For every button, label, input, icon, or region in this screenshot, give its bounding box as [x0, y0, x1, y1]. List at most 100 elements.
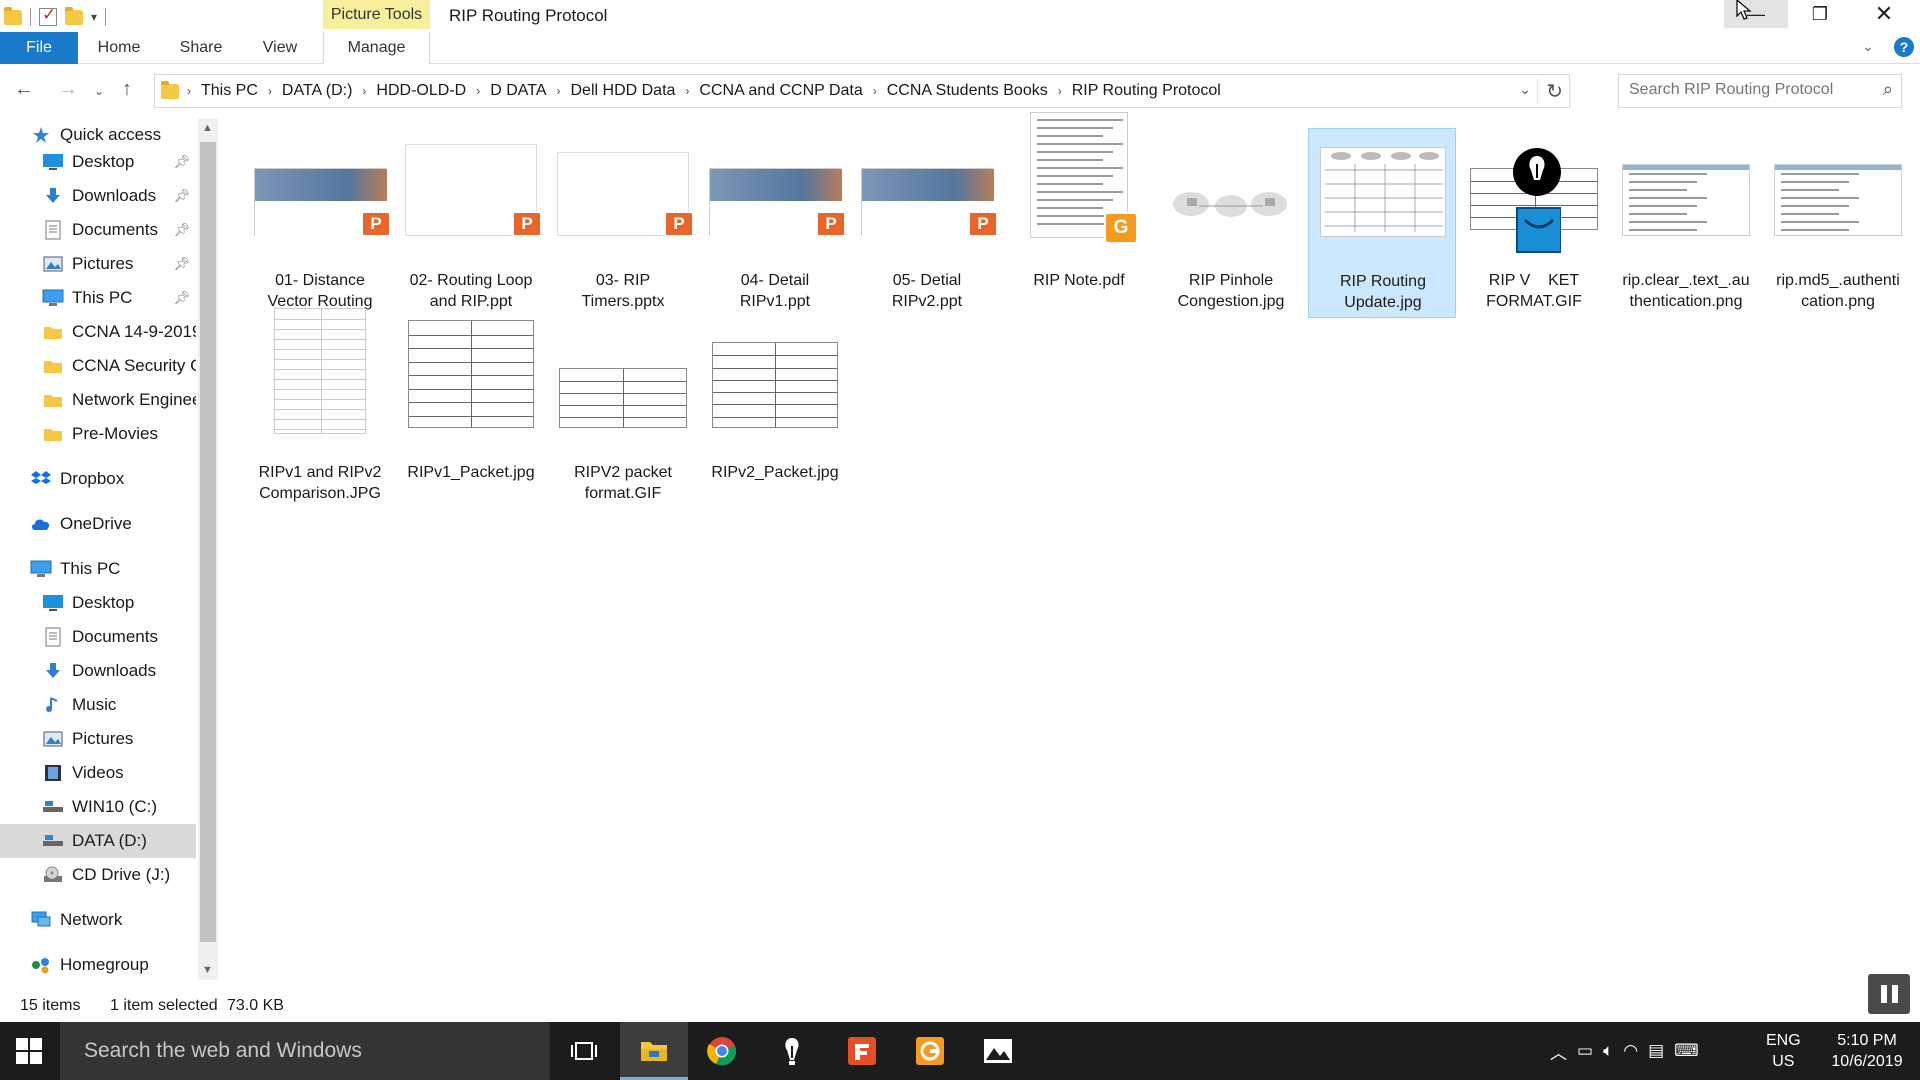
breadcrumb-separator[interactable]: ›	[685, 84, 689, 98]
breadcrumb-separator[interactable]: ›	[557, 84, 561, 98]
foxit-reader-taskbar-icon[interactable]	[828, 1022, 896, 1080]
sidebar-item[interactable]: This PC 📌︎	[0, 281, 196, 315]
pin-icon[interactable]: 📌︎	[173, 188, 190, 204]
breadcrumb-item-current[interactable]: RIP Routing Protocol	[1072, 82, 1221, 100]
file-item[interactable]: P01- DistanceVector RoutingConcept.ppt	[246, 128, 394, 331]
file-item[interactable]: rip.md5_.authenti cation.png	[1764, 128, 1912, 318]
tab-home[interactable]: Home	[88, 32, 150, 64]
sidebar-item[interactable]: DATA (D:)	[0, 824, 196, 858]
file-item[interactable]: rip.clear_.text_.au thentication.png	[1612, 128, 1760, 318]
start-button[interactable]	[16, 1038, 42, 1064]
sidebar-item[interactable]: Pictures 📌︎	[0, 247, 196, 281]
pdf-app-taskbar-icon[interactable]	[896, 1022, 964, 1080]
up-button[interactable]: ↑	[122, 78, 132, 101]
pin-icon[interactable]: 📌︎	[173, 154, 190, 170]
clock[interactable]: 5:10 PM 10/6/2019	[1826, 1030, 1908, 1072]
sidebar-item[interactable]: Network Enginee	[0, 383, 196, 417]
properties-icon[interactable]	[39, 5, 57, 26]
action-center-icon[interactable]: ▤	[1648, 1041, 1664, 1061]
breadcrumb-item[interactable]: CCNA and CCNP Data	[699, 82, 862, 100]
breadcrumb-item[interactable]: D DATA	[490, 82, 546, 100]
sidebar-item[interactable]: WIN10 (C:)	[0, 790, 196, 824]
breadcrumb-separator[interactable]: ›	[476, 84, 480, 98]
tab-manage[interactable]: Manage	[323, 32, 430, 64]
breadcrumb-item[interactable]: CCNA Students Books	[887, 82, 1048, 100]
sidebar-item[interactable]: Documents 📌︎	[0, 213, 196, 247]
sidebar-item[interactable]: Downloads 📌︎	[0, 179, 196, 213]
photos-taskbar-icon[interactable]	[964, 1022, 1032, 1080]
breadcrumb-item[interactable]: DATA (D:)	[282, 82, 353, 100]
breadcrumb-separator[interactable]: ›	[1058, 84, 1062, 98]
file-item[interactable]: P 02- Routing Loop and RIP.ppt	[397, 128, 545, 318]
sidebar-item[interactable]: Videos	[0, 756, 196, 790]
breadcrumb-separator[interactable]: ›	[873, 84, 877, 98]
scroll-up-icon[interactable]: ▲	[202, 122, 213, 134]
file-item[interactable]: RIPv2_Packet.jpg	[701, 320, 849, 510]
pause-button[interactable]	[1868, 974, 1910, 1014]
sidebar-item[interactable]: OneDrive	[0, 507, 196, 541]
sidebar-item[interactable]: Desktop	[0, 586, 196, 620]
file-explorer-taskbar-icon[interactable]	[620, 1022, 688, 1080]
search-input[interactable]	[1629, 81, 1859, 99]
sidebar-item[interactable]: Dropbox	[0, 462, 196, 496]
pin-icon[interactable]: 📌︎	[173, 256, 190, 272]
tab-share[interactable]: Share	[170, 32, 232, 64]
wifi-icon[interactable]: ◠	[1623, 1041, 1638, 1061]
sidebar-item[interactable]: Network	[0, 903, 196, 937]
pin-icon[interactable]: 📌︎	[173, 222, 190, 238]
file-item[interactable]: RIPV2 packet format.GIF	[549, 320, 697, 510]
breadcrumb-separator[interactable]: ›	[362, 84, 366, 98]
sidebar-item[interactable]: This PC	[0, 552, 196, 586]
forward-button[interactable]: →	[58, 78, 78, 101]
sidebar-item[interactable]: Pictures	[0, 722, 196, 756]
back-button[interactable]: ←	[14, 78, 34, 101]
file-item[interactable]: RIPv1_Packet.jpg	[397, 320, 545, 510]
sidebar-item[interactable]: CCNA 14-9-2019	[0, 315, 196, 349]
file-item[interactable]: P 05- Detial RIPv2.ppt	[853, 128, 1001, 318]
taskbar-search-box[interactable]: Search the web and Windows	[60, 1022, 550, 1080]
tab-view[interactable]: View	[252, 32, 308, 64]
sidebar-item[interactable]: Music	[0, 688, 196, 722]
pen-tool-taskbar-icon[interactable]	[758, 1022, 826, 1080]
search-box[interactable]: ⌕	[1618, 74, 1902, 108]
new-folder-icon[interactable]	[65, 6, 83, 25]
show-hidden-icons-icon[interactable]: ︿	[1550, 1039, 1567, 1064]
scroll-thumb[interactable]	[200, 142, 216, 942]
sidebar-item[interactable]: Documents	[0, 620, 196, 654]
chrome-taskbar-icon[interactable]	[688, 1022, 756, 1080]
sidebar-item[interactable]: Homegroup	[0, 948, 196, 982]
file-item[interactable]: RIPv1 and RIPv2 Comparison.JPG	[246, 308, 394, 510]
sidebar-item[interactable]: Downloads	[0, 654, 196, 688]
sidebar-item[interactable]: Desktop 📌︎	[0, 145, 196, 179]
breadcrumb-item[interactable]: This PC	[201, 82, 258, 100]
power-icon[interactable]: ▭	[1577, 1041, 1593, 1061]
breadcrumb-separator[interactable]: ›	[268, 84, 272, 98]
sidebar-item[interactable]: CCNA Security C	[0, 349, 196, 383]
file-item[interactable]: G RIP Note.pdf	[1005, 112, 1153, 318]
help-icon[interactable]: ?	[1894, 37, 1914, 57]
chevron-down-icon[interactable]: ⌄	[1519, 81, 1531, 98]
recent-locations-button[interactable]: ⌄	[94, 84, 104, 98]
breadcrumb-separator[interactable]: ›	[187, 84, 191, 98]
file-item[interactable]: P 03- RIP Timers.pptx	[549, 128, 697, 318]
navigation-scrollbar[interactable]: ▲ ▼	[198, 118, 218, 980]
tab-file[interactable]: File	[0, 32, 78, 64]
restore-button[interactable]: ❐	[1788, 0, 1852, 28]
task-view-button[interactable]	[550, 1022, 618, 1080]
search-icon[interactable]: ⌕	[1883, 79, 1893, 100]
sidebar-item[interactable]: CD Drive (J:)	[0, 858, 196, 892]
file-item[interactable]: RIP V KET FORMAT.GIF	[1460, 128, 1608, 318]
input-language[interactable]: ENG US	[1766, 1030, 1801, 1072]
sidebar-item[interactable]: Pre-Movies	[0, 417, 196, 451]
refresh-button[interactable]: ↻	[1537, 79, 1563, 104]
volume-icon[interactable]: 🔈︎	[1603, 1041, 1613, 1061]
file-item[interactable]: P 04- Detail RIPv1.ppt	[701, 128, 849, 318]
pin-icon[interactable]: 📌︎	[173, 290, 190, 306]
address-bar[interactable]: › This PC › DATA (D:) › HDD-OLD-D › D DA…	[154, 74, 1570, 108]
file-item[interactable]: RIP Routing Update.jpg	[1308, 128, 1456, 318]
breadcrumb-item[interactable]: HDD-OLD-D	[376, 82, 466, 100]
expand-ribbon-icon[interactable]: ⌄	[1862, 38, 1874, 55]
customize-toolbar-icon[interactable]: ▾	[91, 10, 97, 24]
file-item[interactable]: RIP Pinhole Congestion.jpg	[1157, 128, 1305, 318]
close-button[interactable]: ✕	[1852, 0, 1916, 28]
